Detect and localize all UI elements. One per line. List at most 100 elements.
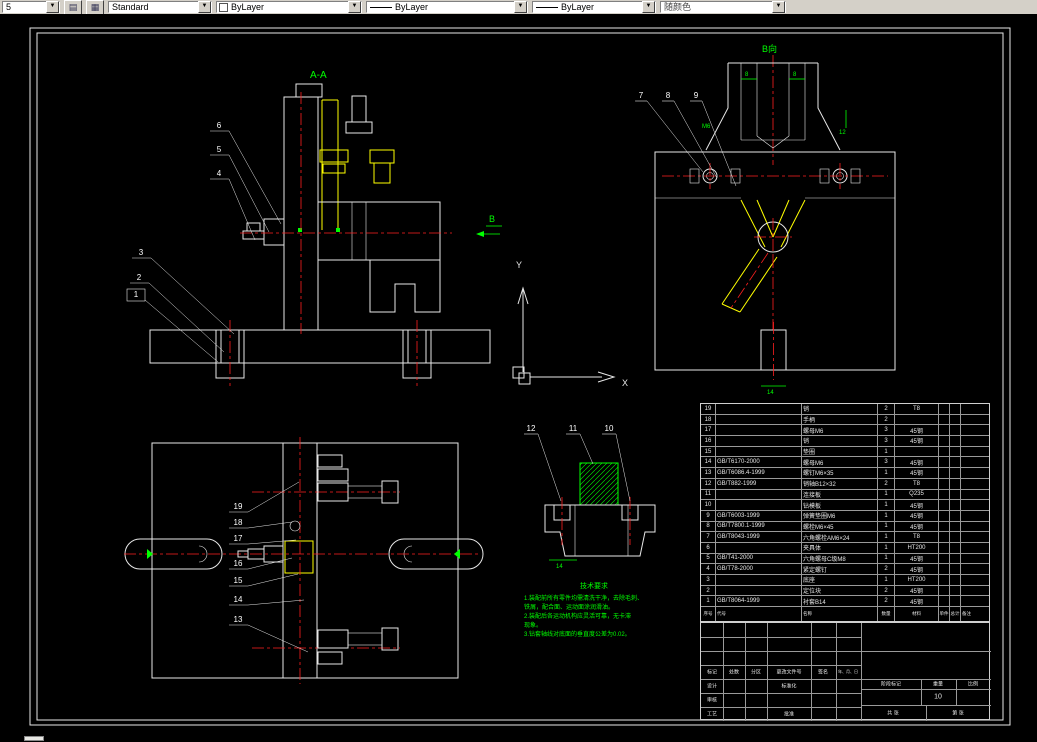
bom-cell: 1 <box>878 446 895 457</box>
bom-cell: 2 <box>878 564 895 574</box>
callout-13: 13 <box>234 615 243 624</box>
lineweight-value[interactable]: ByLayer <box>558 2 642 12</box>
callout-7: 7 <box>639 91 644 100</box>
titleblock-label-zone: 分区 <box>750 669 762 676</box>
bom-cell: 4 <box>701 564 716 574</box>
callout-4: 4 <box>217 169 222 178</box>
bom-cell: 45钢 <box>895 521 939 532</box>
lineweight-combo[interactable]: ByLayer ▼ <box>532 1 656 13</box>
plotstyle-arrow[interactable]: ▼ <box>772 1 785 13</box>
bom-cell: 1 <box>878 542 895 553</box>
color-combo[interactable]: ByLayer ▼ <box>216 1 362 13</box>
bom-cell: 1 <box>878 489 895 500</box>
layer-properties-button[interactable]: ▤ <box>64 0 82 15</box>
callout-3: 3 <box>139 248 144 257</box>
plotstyle-combo[interactable]: 随颜色 ▼ <box>660 1 786 13</box>
bom-cell <box>950 521 961 532</box>
callout-14: 14 <box>234 595 243 604</box>
bom-cell: 11 <box>701 489 716 500</box>
titleblock-label-date: 年、月、日 <box>838 669 858 674</box>
bom-cell <box>950 436 961 446</box>
bom-cell: 1 <box>878 532 895 542</box>
bom-cell: GB/T6170-2000 <box>716 457 802 468</box>
layer-combo[interactable]: 5 ▼ <box>2 1 60 13</box>
bom-cell: GB/T6086.4-1999 <box>716 468 802 478</box>
title-block: 标记 处数 分区 更改文件号 签名 年、月、日 设计 标准化 审核 工艺 批准 … <box>700 622 991 721</box>
bom-row: 6 夹具体 1 HT200 <box>701 542 989 554</box>
bom-row: 4 GB/T78-2000 紧定螺钉 2 45钢 <box>701 564 989 575</box>
bom-table: 19 销 2 T8 18 手柄 2 17 螺母M6 3 45钢 16 销 3 45钢 15 垫圈 1 14 GB/T6… <box>700 403 990 622</box>
bom-cell <box>950 414 961 425</box>
callout-15: 15 <box>234 576 243 585</box>
callout-5: 5 <box>217 145 222 154</box>
bom-cell: 六角螺母C级M8 <box>802 553 878 564</box>
plotstyle-value[interactable]: 随颜色 <box>661 2 772 12</box>
color-value[interactable]: ByLayer <box>228 2 348 12</box>
bom-cell: 1 <box>878 468 895 478</box>
bom-cell: 1 <box>878 500 895 510</box>
bom-cell <box>939 564 950 574</box>
bom-cell <box>939 414 950 425</box>
bom-cell <box>961 447 989 457</box>
bom-cell <box>939 489 950 500</box>
bom-cell: 3 <box>878 425 895 436</box>
bom-cell <box>961 586 989 596</box>
titleblock-label-change-doc: 更改文件号 <box>776 669 802 676</box>
bom-cell: 垫圈 <box>802 446 878 457</box>
bom-cell <box>939 596 950 607</box>
bom-cell <box>716 575 802 585</box>
text-style-arrow[interactable]: ▼ <box>198 1 211 13</box>
layer-combo-value[interactable]: 5 <box>3 2 46 12</box>
bom-cell <box>961 468 989 478</box>
bom-cell <box>950 585 961 596</box>
bom-header-cell: 名称 <box>802 607 878 621</box>
bom-cell: 45钢 <box>895 457 939 468</box>
bom-cell: Q235 <box>895 489 939 500</box>
linetype-combo[interactable]: ByLayer ▼ <box>366 1 528 13</box>
bom-cell: 12 <box>701 478 716 489</box>
bom-cell: 螺栓M6×45 <box>802 521 878 532</box>
bom-cell <box>895 446 939 457</box>
bom-cell <box>716 500 802 510</box>
bom-cell <box>961 457 989 467</box>
bom-cell: GB/T6003-1999 <box>716 510 802 521</box>
text-style-value[interactable]: Standard <box>109 2 198 12</box>
callout-12: 12 <box>527 424 536 433</box>
bom-cell: 2 <box>878 404 895 414</box>
bom-cell: 钻模板 <box>802 500 878 510</box>
bom-cell: 3 <box>878 457 895 468</box>
color-arrow[interactable]: ▼ <box>348 1 361 13</box>
lineweight-arrow[interactable]: ▼ <box>642 1 655 13</box>
bom-row: 19 销 2 T8 <box>701 404 989 415</box>
callout-6: 6 <box>217 121 222 130</box>
bom-row: 5 GB/T41-2000 六角螺母C级M8 1 45钢 <box>701 553 989 565</box>
bom-cell: 7 <box>701 532 716 542</box>
linetype-arrow[interactable]: ▼ <box>514 1 527 13</box>
layer-previous-button[interactable]: ▦ <box>86 0 104 15</box>
titleblock-label-sheet-no: 第 张 <box>952 710 964 717</box>
bom-cell <box>961 532 989 542</box>
titleblock-weight-value: 10 <box>934 693 942 701</box>
bom-cell <box>961 436 989 446</box>
ucs-icon: Y X <box>512 260 628 388</box>
text-style-combo[interactable]: Standard ▼ <box>108 1 212 13</box>
bom-cell <box>939 446 950 457</box>
bom-cell: 六角螺栓AM6×24 <box>802 532 878 542</box>
callout-11: 11 <box>569 424 578 433</box>
linetype-icon <box>370 6 392 8</box>
drawing-canvas[interactable]: .w{stroke:#e8e8e8;fill:none;stroke-width… <box>0 14 1037 735</box>
section-aa-label: A-A <box>310 70 327 81</box>
layer-combo-arrow[interactable]: ▼ <box>46 1 59 13</box>
titleblock-label-approve: 批准 <box>783 711 795 718</box>
bom-cell <box>961 511 989 521</box>
dim-b1: 8 <box>745 72 749 78</box>
titleblock-label-weight: 重量 <box>932 681 944 688</box>
linetype-value[interactable]: ByLayer <box>392 2 514 12</box>
bom-cell <box>950 564 961 574</box>
bom-cell: 9 <box>701 510 716 521</box>
bom-row: 2 定位块 2 45钢 <box>701 585 989 597</box>
bom-cell: 2 <box>878 596 895 607</box>
command-line-fragment[interactable] <box>24 736 44 741</box>
bom-cell: 45钢 <box>895 468 939 478</box>
bom-cell <box>939 553 950 564</box>
